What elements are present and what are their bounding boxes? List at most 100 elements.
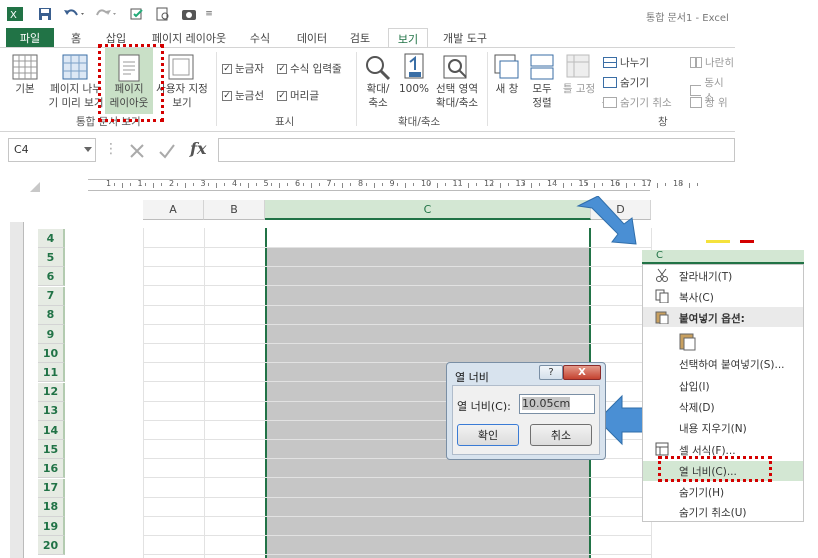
undo-icon[interactable] xyxy=(62,5,88,23)
ruler-tick xyxy=(570,183,572,186)
hide-label: 숨기기 xyxy=(620,77,649,89)
cancel-button[interactable]: 취소 xyxy=(530,424,592,446)
formula-input[interactable] xyxy=(218,138,735,162)
paste-option-icon[interactable] xyxy=(679,331,697,351)
row-header[interactable]: 14 xyxy=(38,421,65,440)
new-window-button[interactable]: 새 창 xyxy=(490,82,524,96)
ruler-tick xyxy=(208,183,210,186)
check-icon: ✓ xyxy=(277,90,287,101)
arrange-all-button[interactable]: 모두 정렬 xyxy=(526,82,558,110)
camera-icon[interactable] xyxy=(180,5,198,23)
gridlines-checkbox[interactable]: ✓ 눈금선 xyxy=(222,88,264,103)
close-button[interactable]: X xyxy=(563,365,601,380)
formula-bar-checkbox[interactable]: ✓ 수식 입력줄 xyxy=(277,61,342,76)
redo-icon[interactable] xyxy=(94,5,120,23)
row-header[interactable]: 6 xyxy=(38,267,65,287)
zoom-to-selection-button[interactable]: 선택 영역 확대/축소 xyxy=(430,82,484,110)
cancel-icon[interactable] xyxy=(128,142,146,160)
row-header[interactable]: 13 xyxy=(38,401,65,421)
column-width-label: 열 너비(C): xyxy=(457,400,511,413)
column-header-c[interactable]: C xyxy=(265,200,591,220)
menu-item-cut[interactable]: 잘라내기(T) xyxy=(679,269,732,284)
ruler-tick xyxy=(113,183,115,186)
row-header[interactable]: 16 xyxy=(38,459,65,479)
customize-qat-icon[interactable]: ≡ xyxy=(204,5,214,23)
row-header[interactable]: 19 xyxy=(38,517,65,536)
side-by-side-icon xyxy=(690,57,702,68)
menu-item-paste-special[interactable]: 선택하여 붙여넣기(S)... xyxy=(679,357,785,372)
column-header-a[interactable]: A xyxy=(143,200,204,220)
normal-view-button[interactable]: 기본 xyxy=(8,82,42,96)
row-header[interactable]: 18 xyxy=(38,497,65,517)
split-icon xyxy=(603,57,617,68)
page-break-preview-icon xyxy=(62,54,88,80)
tab-home[interactable]: 홈 xyxy=(64,28,88,48)
ruler-tick xyxy=(121,183,123,188)
menu-item-hide[interactable]: 숨기기(H) xyxy=(679,485,724,500)
ruler-tick xyxy=(334,183,336,186)
insert-function-icon[interactable]: fx xyxy=(190,139,206,158)
row-header[interactable]: 15 xyxy=(38,440,65,460)
reset-window-position-button[interactable]: 창 위 xyxy=(690,95,728,110)
row-header[interactable]: 12 xyxy=(38,382,65,402)
row-header[interactable]: 7 xyxy=(38,286,65,306)
tab-view[interactable]: 보기 xyxy=(388,28,428,48)
select-all-corner[interactable] xyxy=(28,180,42,194)
ruler-number: 9 xyxy=(389,179,395,188)
spelling-icon[interactable] xyxy=(128,5,146,23)
row-header[interactable]: 9 xyxy=(38,325,65,344)
row-header[interactable]: 11 xyxy=(38,363,65,383)
tab-formulas[interactable]: 수식 xyxy=(244,28,276,48)
arrange-all-icon xyxy=(530,54,554,80)
ruler-number: 7 xyxy=(326,179,332,188)
tab-review[interactable]: 검토 xyxy=(344,28,376,48)
row-gridline xyxy=(143,304,651,306)
view-side-by-side-button[interactable]: 나란히 xyxy=(690,55,734,70)
menu-item-clear-contents[interactable]: 내용 지우기(N) xyxy=(679,421,747,436)
print-preview-icon[interactable] xyxy=(154,5,172,23)
column-header-b[interactable]: B xyxy=(204,200,265,220)
column-width-input[interactable]: 10.05cm xyxy=(519,394,595,414)
freeze-panes-button[interactable]: 틀 고정 xyxy=(560,82,598,96)
hide-window-button[interactable]: 숨기기 xyxy=(603,75,649,90)
row-gridline xyxy=(143,535,651,536)
menu-item-copy[interactable]: 복사(C) xyxy=(679,290,714,305)
zoom-button[interactable]: 확대/ 축소 xyxy=(360,82,396,110)
menu-item-insert[interactable]: 삽입(I) xyxy=(679,379,710,394)
enter-icon[interactable] xyxy=(158,142,176,160)
row-header[interactable]: 10 xyxy=(38,344,65,364)
menu-item-unhide[interactable]: 숨기기 취소(U) xyxy=(679,505,747,520)
split-button[interactable]: 나누기 xyxy=(603,55,649,70)
ruler-tick xyxy=(436,183,438,188)
ruler-tick xyxy=(428,183,430,186)
tab-developer[interactable]: 개발 도구 xyxy=(438,28,492,48)
name-box[interactable]: C4 xyxy=(8,138,96,162)
save-icon[interactable] xyxy=(36,5,54,23)
page-break-preview-button[interactable]: 페이지 나누 기 미리 보기 xyxy=(46,82,106,110)
help-button[interactable]: ? xyxy=(539,365,563,380)
row-header[interactable]: 20 xyxy=(38,536,65,556)
ok-button[interactable]: 확인 xyxy=(457,424,519,446)
context-menu: 잘라내기(T) 복사(C) 붙여넣기 옵션: 선택하여 붙여넣기(S)... 삽… xyxy=(642,264,804,522)
row-header[interactable]: 17 xyxy=(38,478,65,498)
ruler-tick xyxy=(302,183,304,186)
headings-checkbox[interactable]: ✓ 머리글 xyxy=(277,88,319,103)
ribbon-separator xyxy=(356,52,357,126)
ruler-number: 2 xyxy=(169,179,175,188)
row-header[interactable]: 5 xyxy=(38,248,65,268)
zoom-100-button[interactable]: 100% xyxy=(398,82,430,96)
row-header[interactable]: 8 xyxy=(38,305,65,325)
ruler-tick xyxy=(539,183,541,186)
tab-data[interactable]: 데이터 xyxy=(292,28,332,48)
ruler-tick xyxy=(665,183,667,186)
name-box-dropdown-icon[interactable] xyxy=(84,147,92,153)
tab-file[interactable]: 파일 xyxy=(6,28,54,48)
unhide-window-button[interactable]: 숨기기 취소 xyxy=(603,95,672,110)
ruler-tick xyxy=(523,183,525,186)
ruler-tick xyxy=(491,183,493,186)
ruler-checkbox[interactable]: ✓ 눈금자 xyxy=(222,61,264,76)
menu-item-delete[interactable]: 삭제(D) xyxy=(679,400,715,415)
reset-position-icon xyxy=(690,97,702,108)
row-header[interactable]: 4 xyxy=(38,229,65,248)
ruler-number: 8 xyxy=(358,179,364,188)
